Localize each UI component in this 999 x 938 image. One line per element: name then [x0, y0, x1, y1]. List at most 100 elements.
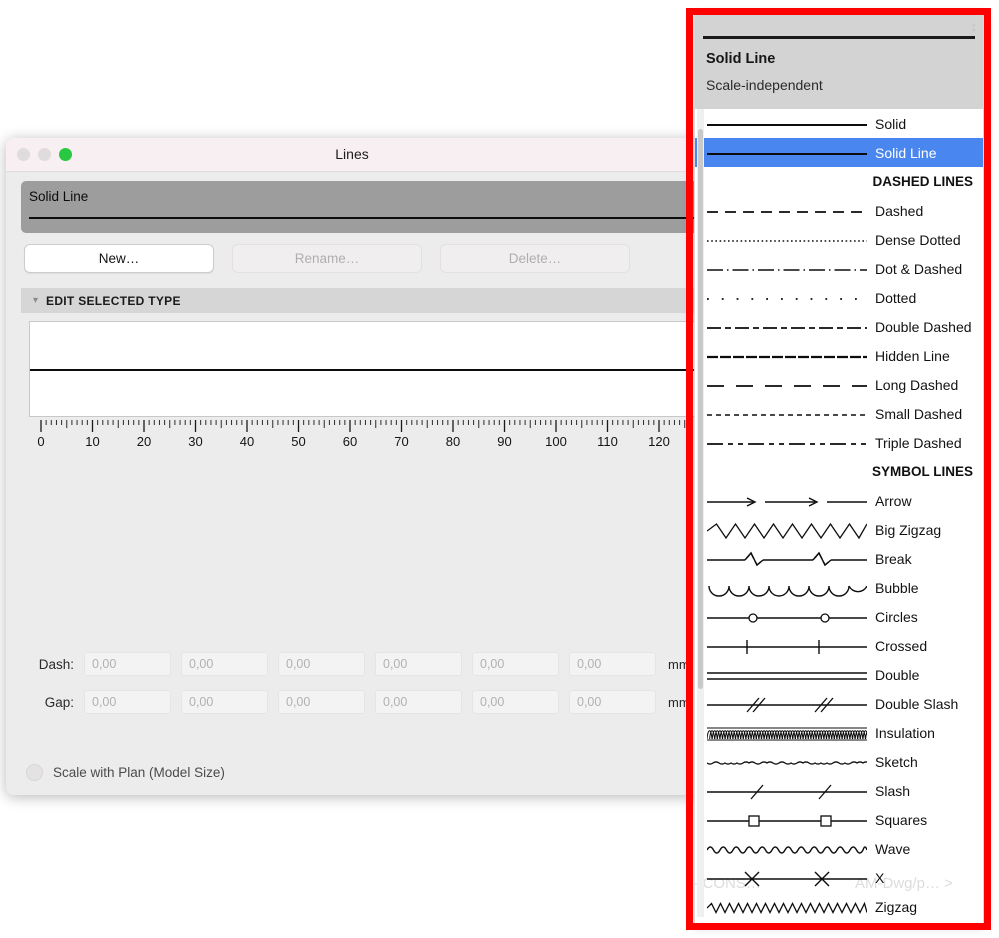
line-type-option-squares[interactable]: Squares	[695, 805, 983, 834]
line-style-preview-icon	[707, 370, 867, 399]
dash-input-3[interactable]: 0,00	[278, 652, 365, 676]
gap-input-1[interactable]: 0,00	[84, 690, 171, 714]
ruler: 0 10 20 30 40 50 60 70 80 90 100 110 120	[28, 420, 698, 450]
scale-with-plan-label: Scale with Plan (Model Size)	[53, 765, 225, 780]
gap-input-6[interactable]: 0,00	[569, 690, 656, 714]
dash-input-1[interactable]: 0,00	[84, 652, 171, 676]
new-button[interactable]: New…	[24, 244, 214, 273]
drafting-line-popup-button[interactable]: ↕	[703, 17, 975, 45]
popup-button-line-preview	[703, 36, 975, 39]
line-type-option-solid[interactable]: Solid	[695, 109, 983, 138]
line-style-preview-icon	[707, 312, 867, 341]
option-group-label: DASHED LINES	[707, 174, 983, 189]
svg-text:50: 50	[291, 434, 305, 449]
dash-input-5[interactable]: 0,00	[472, 652, 559, 676]
line-type-option-insulation[interactable]: Insulation	[695, 718, 983, 747]
line-type-option-double-slash[interactable]: Double Slash	[695, 689, 983, 718]
line-type-option-label: Hidden Line	[875, 348, 950, 364]
line-type-option-big-zigzag[interactable]: Big Zigzag	[695, 515, 983, 544]
dropdown-scrollbar-thumb[interactable]	[698, 129, 703, 689]
line-style-preview-icon	[707, 515, 867, 544]
line-type-preview	[29, 217, 698, 219]
line-style-preview-icon	[707, 283, 867, 312]
line-type-dropdown[interactable]: Drafting Line [Action Center] Component …	[694, 14, 984, 924]
dropdown-header: ↕ Solid Line Scale-independent	[695, 15, 983, 109]
dialog-title: Lines	[6, 146, 698, 162]
delete-button: Delete…	[440, 244, 630, 273]
line-type-option-label: Squares	[875, 812, 927, 828]
scale-with-plan-radio-row[interactable]: Scale with Plan (Model Size)	[26, 764, 225, 781]
line-type-option-circles[interactable]: Circles	[695, 602, 983, 631]
line-type-option-triple-dashed[interactable]: Triple Dashed	[695, 428, 983, 457]
line-type-list-row[interactable]: Solid Line	[21, 181, 698, 233]
gap-value-1: 0,00	[92, 695, 116, 709]
line-type-option-slash[interactable]: Slash	[695, 776, 983, 805]
dash-input-2[interactable]: 0,00	[181, 652, 268, 676]
gap-value-2: 0,00	[189, 695, 213, 709]
line-type-option-break[interactable]: Break	[695, 544, 983, 573]
dash-field-row: Dash: 0,00 0,00 0,00 0,00 0,00 0,00 mm	[8, 652, 690, 676]
line-type-option-label: Solid Line	[875, 145, 937, 161]
dash-value-4: 0,00	[383, 657, 407, 671]
line-actions-toolbar: New… Rename… Delete…	[24, 244, 630, 273]
line-style-preview-icon	[707, 631, 867, 660]
gap-input-5[interactable]: 0,00	[472, 690, 559, 714]
gap-value-3: 0,00	[286, 695, 310, 709]
gap-input-3[interactable]: 0,00	[278, 690, 365, 714]
line-type-option-label: Arrow	[875, 493, 912, 509]
radio-icon-model[interactable]	[26, 764, 43, 781]
line-type-option-small-dashed[interactable]: Small Dashed	[695, 399, 983, 428]
dash-input-6[interactable]: 0,00	[569, 652, 656, 676]
line-style-preview-icon	[707, 225, 867, 254]
line-type-option-dotted[interactable]: Dotted	[695, 283, 983, 312]
line-type-option-dashed[interactable]: Dashed	[695, 196, 983, 225]
gap-input-4[interactable]: 0,00	[375, 690, 462, 714]
line-style-preview-icon	[707, 138, 867, 167]
dash-value-2: 0,00	[189, 657, 213, 671]
dash-value-3: 0,00	[286, 657, 310, 671]
line-type-option-label: Long Dashed	[875, 377, 958, 393]
edit-selected-type-header[interactable]: ▾ EDIT SELECTED TYPE	[21, 288, 698, 313]
line-type-option-bubble[interactable]: Bubble	[695, 573, 983, 602]
line-type-option-label: Small Dashed	[875, 406, 962, 422]
svg-text:40: 40	[240, 434, 254, 449]
dropdown-scrollbar[interactable]	[697, 109, 704, 917]
line-type-option-arrow[interactable]: Arrow	[695, 486, 983, 515]
svg-text:120: 120	[648, 434, 670, 449]
line-type-option-solid-line[interactable]: Solid Line	[695, 138, 983, 167]
dash-input-4[interactable]: 0,00	[375, 652, 462, 676]
svg-text:80: 80	[446, 434, 460, 449]
dash-unit: mm	[668, 657, 690, 672]
line-type-option-label: Double Dashed	[875, 319, 972, 335]
line-type-name: Solid Line	[29, 189, 88, 204]
line-type-option-double-dashed[interactable]: Double Dashed	[695, 312, 983, 341]
line-type-option-wave[interactable]: Wave	[695, 834, 983, 863]
line-type-option-label: Dot & Dashed	[875, 261, 962, 277]
option-group-label: SYMBOL LINES	[707, 464, 983, 479]
line-type-option-double[interactable]: Double	[695, 660, 983, 689]
line-style-preview-icon	[707, 892, 867, 921]
line-type-option-label: Zigzag	[875, 899, 917, 915]
line-type-option-label: Big Zigzag	[875, 522, 941, 538]
line-type-option-label: Bubble	[875, 580, 919, 596]
line-type-option-x[interactable]: X	[695, 863, 983, 892]
line-type-option-label: Triple Dashed	[875, 435, 962, 451]
line-type-option-sketch[interactable]: Sketch	[695, 747, 983, 776]
line-type-option-crossed[interactable]: Crossed	[695, 631, 983, 660]
line-style-preview-icon	[707, 747, 867, 776]
line-style-preview-icon	[707, 544, 867, 573]
line-type-option-hidden-line[interactable]: Hidden Line	[695, 341, 983, 370]
line-type-option-label: Circles	[875, 609, 918, 625]
line-type-option-dense-dotted[interactable]: Dense Dotted	[695, 225, 983, 254]
line-type-option-zigzag[interactable]: Zigzag	[695, 892, 983, 921]
gap-input-2[interactable]: 0,00	[181, 690, 268, 714]
gap-value-4: 0,00	[383, 695, 407, 709]
line-type-option-dot-dashed[interactable]: Dot & Dashed	[695, 254, 983, 283]
line-type-option-label: Solid	[875, 116, 906, 132]
line-type-option-long-dashed[interactable]: Long Dashed	[695, 370, 983, 399]
line-style-preview-icon	[707, 863, 867, 892]
line-type-option-label: Slash	[875, 783, 910, 799]
line-style-preview-icon	[707, 341, 867, 370]
line-type-option-label: Double Slash	[875, 696, 958, 712]
chevron-down-icon: ▾	[33, 295, 38, 306]
